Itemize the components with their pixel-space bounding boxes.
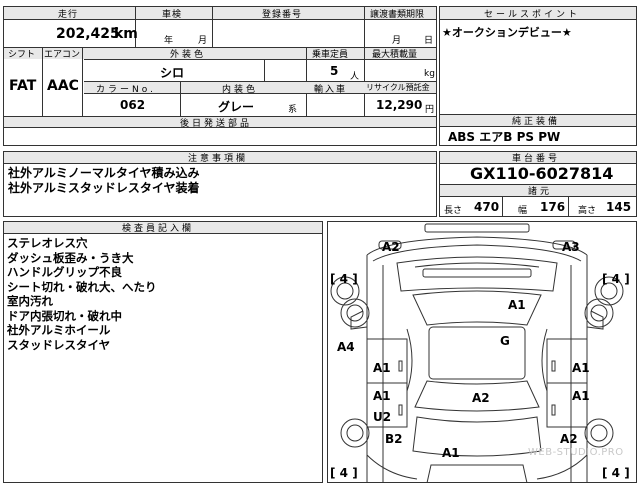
mark-rear-left: B2 (385, 432, 403, 446)
exterior-color-value: シロ (160, 66, 185, 80)
mark-trunk: A1 (442, 446, 460, 460)
mark-left-lower: U2 (373, 410, 392, 424)
mark-rear-right: A2 (560, 432, 578, 446)
options-text: ABS エアB PS PW (448, 130, 561, 144)
car-diagram (330, 223, 624, 483)
mark-hood: A1 (508, 298, 526, 312)
inspector-line-5: 室内汚れ (7, 294, 53, 308)
shift-label: シフト (8, 50, 36, 60)
width-value: 176 (540, 200, 566, 214)
mark-front-left: A2 (382, 240, 400, 254)
capacity-value: 5 (330, 64, 339, 78)
inspector-line-3: ハンドルグリップ不良 (7, 265, 122, 279)
ac-value: AAC (47, 78, 79, 94)
ac-label: エアコン (44, 50, 81, 60)
height-value: 145 (606, 200, 632, 214)
shift-value: FAT (9, 78, 37, 94)
length-value: 470 (474, 200, 500, 214)
mark-tire-rl: [ 4 ] (330, 466, 358, 480)
height-label: 高さ (578, 206, 597, 216)
mark-door-fl: A1 (373, 361, 391, 375)
inspector-line-1: ステレオレス穴 (7, 236, 88, 250)
max-load-unit: kg (424, 69, 435, 79)
interior-color-unit: 系 (288, 105, 298, 115)
mileage-value: 202,425 (56, 26, 120, 42)
mark-left-side: A4 (337, 340, 355, 354)
recycle-value: 12,290 (376, 98, 423, 112)
sales-point-text: ★オークションデビュー★ (442, 26, 572, 39)
inspector-line-2: ダッシュ板歪み・うき大 (7, 250, 134, 265)
mark-door-fr: A1 (572, 361, 590, 375)
mark-front-right: A3 (562, 240, 580, 254)
length-label: 長さ (444, 206, 463, 216)
inspector-line-4: シート切れ・破れ大、へたり (7, 279, 157, 294)
mileage-unit: km (114, 26, 138, 42)
chassis-value: GX110-6027814 (470, 164, 614, 183)
shaken-month-unit: 月 (198, 36, 208, 46)
shaken-year-unit: 年 (164, 36, 174, 46)
mark-tire-rr: [ 4 ] (602, 466, 630, 480)
mark-tire-fr: [ 4 ] (602, 272, 630, 286)
recycle-unit: 円 (425, 105, 435, 115)
notes-line-1: 社外アルミノーマルタイヤ積み込み (8, 166, 200, 180)
mark-door-rl: A1 (373, 389, 391, 403)
transfer-month-unit: 月 (392, 36, 402, 46)
interior-color-value: グレー (218, 100, 255, 114)
notes-line-2: 社外アルミスタッドレスタイヤ装着 (8, 181, 200, 195)
inspector-line-8: スタッドレスタイヤ (7, 337, 111, 352)
mark-door-rr: A1 (572, 389, 590, 403)
inspector-line-7: 社外アルミホイール (7, 323, 111, 337)
width-label: 幅 (518, 206, 528, 216)
mark-tire-fl: [ 4 ] (330, 272, 358, 286)
mark-roof: G (500, 334, 510, 348)
inspector-line-6: ドア内張切れ・破れ中 (7, 308, 122, 323)
transfer-day-unit: 日 (424, 36, 434, 46)
recycle-label: リサイクル預託金 (366, 83, 430, 92)
watermark: WEB-STUDIO.PRO (528, 447, 624, 458)
color-no-value: 062 (120, 98, 146, 112)
mark-rear-roof: A2 (472, 391, 490, 405)
